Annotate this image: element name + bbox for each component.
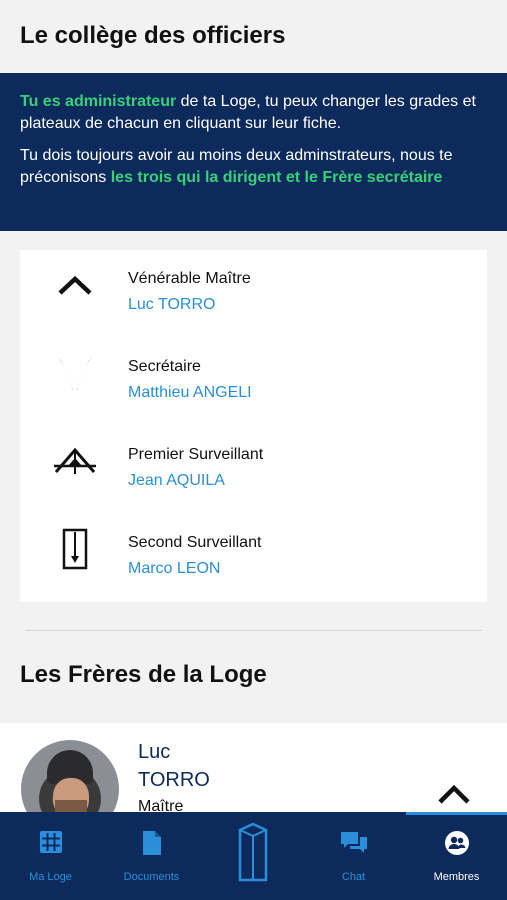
- pillar-icon: [237, 822, 269, 887]
- tab-label: Chat: [341, 871, 366, 883]
- tab-label: Membres: [433, 871, 480, 883]
- chat-icon: [340, 830, 368, 861]
- chevron-up-icon: [50, 260, 100, 310]
- tab-documents[interactable]: Documents: [101, 812, 202, 900]
- officers-list: Vénérable Maître Luc TORRO Secrétaire Ma…: [20, 250, 487, 602]
- officer-row-premier-surveillant[interactable]: Premier Surveillant Jean AQUILA: [20, 426, 487, 514]
- info-highlight-recommendation: les trois qui la dirigent et le Frère se…: [110, 169, 443, 186]
- plumb-line-icon: [50, 524, 100, 574]
- officer-name-link[interactable]: Luc TORRO: [128, 296, 215, 314]
- member-row[interactable]: Luc TORRO Maître: [0, 723, 507, 823]
- members-icon: [444, 830, 470, 861]
- document-icon: [142, 830, 162, 861]
- officer-role: Premier Surveillant: [128, 446, 264, 463]
- officer-role: Secrétaire: [128, 358, 201, 375]
- info-paragraph-2: Tu dois toujours avoir au moins deux adm…: [20, 145, 487, 189]
- crossed-quills-icon: [50, 348, 100, 398]
- tab-ma-loge[interactable]: Ma Loge: [0, 812, 101, 900]
- admin-info-banner: Tu es administrateur de ta Loge, tu peux…: [0, 73, 507, 231]
- officer-row-secretary[interactable]: Secrétaire Matthieu ANGELI: [20, 338, 487, 426]
- level-icon: [50, 436, 100, 486]
- officer-role: Second Surveillant: [128, 534, 262, 551]
- officer-name-link[interactable]: Marco LEON: [128, 560, 220, 578]
- info-paragraph-1: Tu es administrateur de ta Loge, tu peux…: [20, 91, 487, 135]
- page-title: Le collège des officiers: [20, 22, 286, 49]
- tab-label: Ma Loge: [29, 871, 72, 883]
- tab-chat[interactable]: Chat: [303, 812, 404, 900]
- officer-row-second-surveillant[interactable]: Second Surveillant Marco LEON: [20, 514, 487, 602]
- member-last-name: TORRO: [138, 769, 210, 791]
- info-highlight-admin: Tu es administrateur: [20, 93, 177, 110]
- tab-label: Documents: [123, 871, 180, 883]
- tab-home-pillar[interactable]: [202, 812, 303, 900]
- chevron-up-icon: [436, 778, 472, 808]
- officer-name-link[interactable]: Jean AQUILA: [128, 472, 225, 490]
- tab-membres[interactable]: Membres: [406, 812, 507, 900]
- section-divider: [26, 630, 482, 631]
- avatar: [21, 740, 119, 823]
- grid-icon: [39, 830, 63, 859]
- officer-role: Vénérable Maître: [128, 270, 251, 287]
- officer-name-link[interactable]: Matthieu ANGELI: [128, 384, 252, 402]
- members-section-title: Les Frères de la Loge: [20, 661, 267, 688]
- bottom-tab-bar: Ma Loge Documents Chat Membres: [0, 812, 507, 900]
- officer-row-venerable[interactable]: Vénérable Maître Luc TORRO: [20, 250, 487, 338]
- member-first-name: Luc: [138, 741, 171, 763]
